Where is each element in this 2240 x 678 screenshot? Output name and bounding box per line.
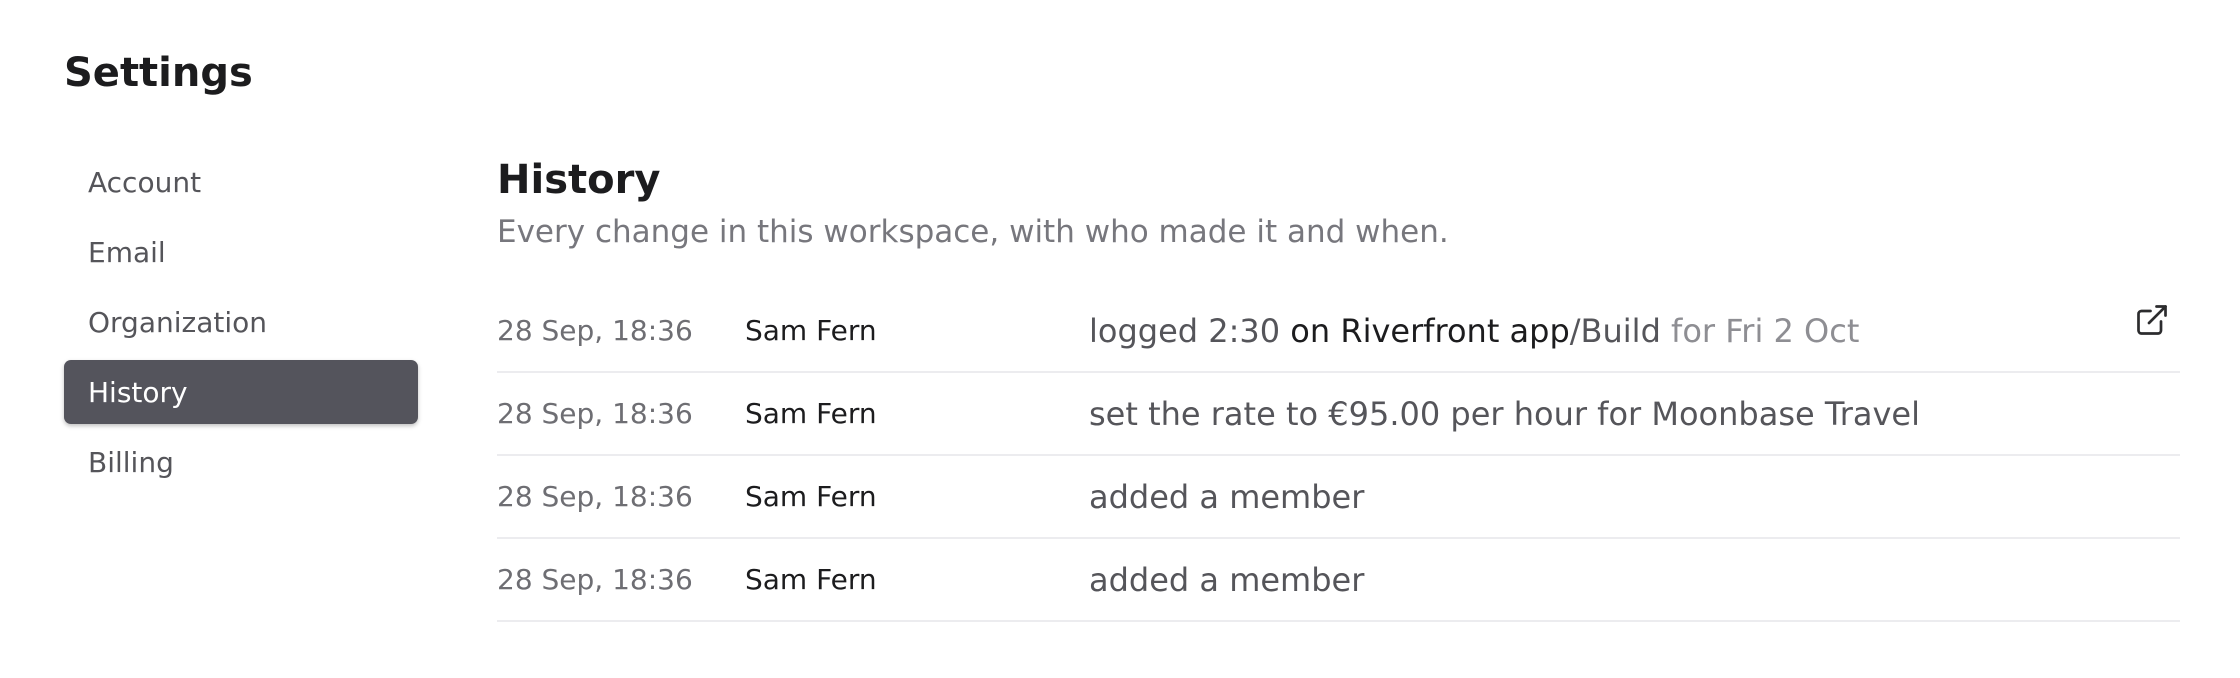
settings-sidebar: Account Email Organization History Billi… — [64, 150, 418, 500]
history-user: Sam Fern — [745, 480, 877, 513]
sidebar-item-email[interactable]: Email — [64, 220, 418, 284]
history-row: 28 Sep, 18:36 Sam Fern added a member — [497, 456, 2180, 539]
history-row: 28 Sep, 18:36 Sam Fern set the rate to €… — [497, 373, 2180, 456]
sidebar-item-label: Account — [88, 165, 202, 199]
history-panel: History Every change in this workspace, … — [497, 152, 2180, 622]
history-description: logged 2:30 on Riverfront app/Build for … — [1089, 312, 1859, 350]
sidebar-item-label: History — [88, 375, 188, 409]
sidebar-item-organization[interactable]: Organization — [64, 290, 418, 354]
history-user: Sam Fern — [745, 563, 877, 596]
history-timestamp: 28 Sep, 18:36 — [497, 397, 693, 430]
history-project: Riverfront app — [1340, 311, 1570, 350]
history-action: logged 2:30 — [1089, 311, 1281, 350]
sidebar-item-label: Email — [88, 235, 166, 269]
sidebar-item-billing[interactable]: Billing — [64, 430, 418, 494]
history-user: Sam Fern — [745, 314, 877, 347]
history-description: added a member — [1089, 477, 1365, 516]
section-title: History — [497, 157, 661, 203]
history-timestamp: 28 Sep, 18:36 — [497, 314, 693, 347]
sidebar-item-label: Billing — [88, 445, 174, 479]
history-date: for Fri 2 Oct — [1660, 311, 1860, 350]
history-list: 28 Sep, 18:36 Sam Fern logged 2:30 on Ri… — [497, 290, 2180, 622]
history-row: 28 Sep, 18:36 Sam Fern added a member — [497, 539, 2180, 622]
page-title: Settings — [64, 50, 253, 96]
history-task: Build — [1580, 311, 1661, 350]
history-timestamp: 28 Sep, 18:36 — [497, 563, 693, 596]
sidebar-item-label: Organization — [88, 305, 268, 339]
history-connector: on — [1280, 311, 1341, 350]
history-description: added a member — [1089, 560, 1365, 599]
section-subtitle: Every change in this workspace, with who… — [497, 214, 1449, 250]
history-description: set the rate to €95.00 per hour for Moon… — [1089, 394, 1920, 433]
external-link-icon[interactable] — [2132, 300, 2172, 340]
history-user: Sam Fern — [745, 397, 877, 430]
history-timestamp: 28 Sep, 18:36 — [497, 480, 693, 513]
history-separator: / — [1569, 311, 1581, 350]
sidebar-item-account[interactable]: Account — [64, 150, 418, 214]
history-row: 28 Sep, 18:36 Sam Fern logged 2:30 on Ri… — [497, 290, 2180, 373]
sidebar-item-history[interactable]: History — [64, 360, 418, 424]
